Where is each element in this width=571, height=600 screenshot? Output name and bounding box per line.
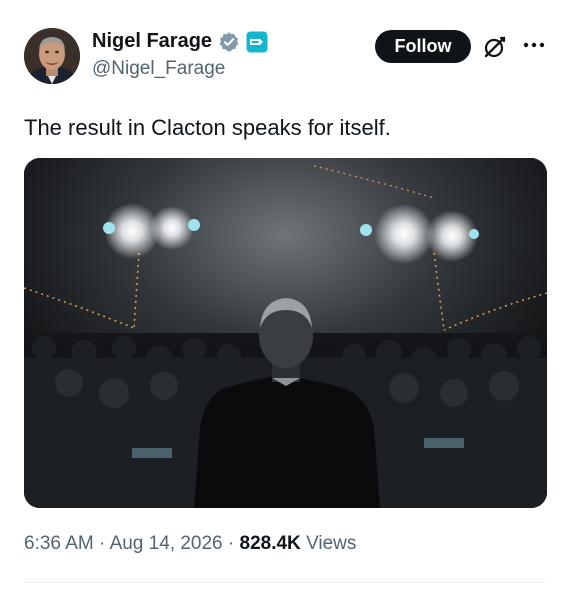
tweet-time[interactable]: 6:36 AM bbox=[24, 533, 94, 554]
more-options-icon[interactable] bbox=[522, 36, 546, 54]
meta-separator: · bbox=[227, 533, 235, 554]
tweet-meta: 6:36 AM · Aug 14, 2026 · 828.4K Views bbox=[24, 533, 356, 555]
tweet-date[interactable]: Aug 14, 2026 bbox=[110, 533, 223, 554]
grok-icon[interactable] bbox=[482, 34, 508, 60]
reform-uk-affiliate-icon[interactable] bbox=[246, 31, 268, 53]
views-count: 828.4K bbox=[239, 533, 301, 554]
tweet-media-photo[interactable] bbox=[24, 158, 547, 508]
tweet-text: The result in Clacton speaks for itself. bbox=[24, 115, 391, 140]
meta-separator: · bbox=[99, 533, 106, 554]
photo-of-man-addressing-crowd bbox=[24, 158, 547, 508]
divider bbox=[24, 582, 547, 583]
verified-badge-icon[interactable] bbox=[218, 31, 240, 53]
author-name-row: Nigel Farage bbox=[92, 30, 268, 53]
author-handle[interactable]: @Nigel_Farage bbox=[92, 58, 225, 80]
follow-button[interactable]: Follow bbox=[375, 30, 471, 63]
author-avatar[interactable] bbox=[24, 28, 80, 84]
views-label: Views bbox=[306, 533, 357, 554]
avatar-portrait-icon bbox=[24, 28, 80, 84]
author-display-name[interactable]: Nigel Farage bbox=[92, 30, 212, 53]
